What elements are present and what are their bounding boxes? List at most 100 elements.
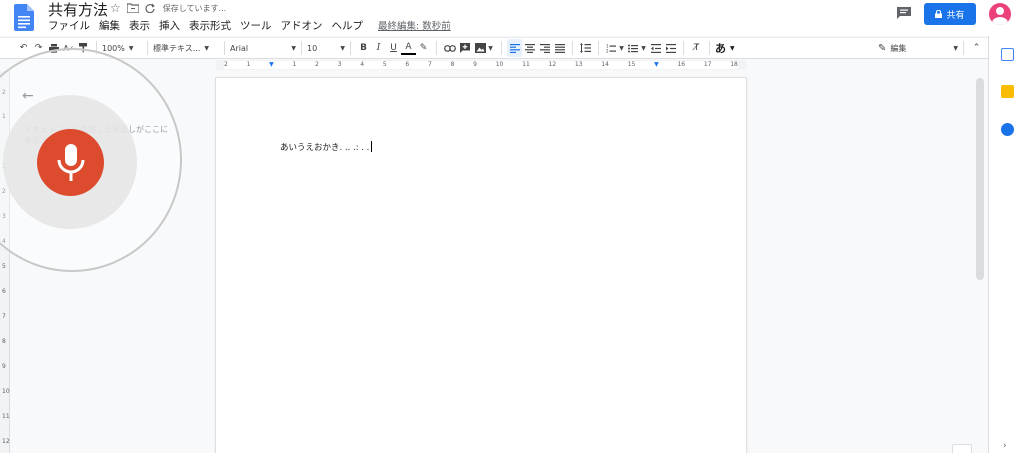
- insert-link-icon[interactable]: [442, 39, 457, 57]
- docs-logo-icon[interactable]: [14, 4, 34, 31]
- ruler-label: 15: [627, 61, 636, 68]
- chevron-down-icon: ▼: [291, 44, 296, 52]
- explore-button[interactable]: [952, 444, 972, 453]
- menu-edit[interactable]: 編集: [99, 18, 120, 33]
- ruler-label: 13: [574, 61, 583, 68]
- vertical-ruler-label: 7: [2, 313, 6, 320]
- input-mode-value: あ: [715, 42, 726, 55]
- toolbar-divider: [350, 41, 351, 55]
- document-title[interactable]: 共有方法: [48, 0, 108, 20]
- vertical-ruler-label: 10: [2, 388, 10, 395]
- font-select[interactable]: Arial ▼: [230, 44, 296, 53]
- vertical-ruler-label: 9: [2, 363, 6, 370]
- ruler-label: 4: [360, 61, 365, 68]
- ruler-label: 5: [382, 61, 387, 68]
- add-comment-icon[interactable]: [457, 39, 472, 57]
- right-margin-marker-icon[interactable]: ▼: [654, 60, 659, 70]
- align-center-icon[interactable]: [522, 39, 537, 57]
- ruler-label: 7: [428, 61, 432, 68]
- decrease-indent-icon[interactable]: [648, 39, 663, 57]
- font-size-select[interactable]: 10 ▼: [307, 44, 345, 53]
- ruler-label: 16: [677, 61, 686, 68]
- toolbar-divider: [436, 41, 437, 55]
- ruler-label: 1: [246, 61, 251, 68]
- chevron-down-icon: ▼: [730, 44, 735, 52]
- menu-tools[interactable]: ツール: [240, 18, 272, 33]
- chevron-down-icon: ▼: [488, 44, 493, 52]
- pencil-icon: ✎: [878, 42, 887, 54]
- text-cursor: [371, 141, 373, 152]
- increase-indent-icon[interactable]: [663, 39, 678, 57]
- comment-history-icon[interactable]: [896, 6, 912, 20]
- align-right-icon[interactable]: [537, 39, 552, 57]
- calendar-icon[interactable]: [1001, 48, 1014, 61]
- justify-icon[interactable]: [552, 39, 567, 57]
- toolbar-divider: [572, 41, 573, 55]
- share-button[interactable]: 共有: [924, 3, 976, 25]
- keep-icon[interactable]: [1001, 85, 1014, 98]
- menu-format[interactable]: 表示形式: [189, 18, 231, 33]
- align-left-icon[interactable]: [507, 39, 522, 57]
- account-avatar[interactable]: [989, 3, 1011, 25]
- numbered-list-icon[interactable]: 1 2 ▼: [604, 39, 626, 57]
- toolbar-divider: [683, 41, 684, 55]
- document-page[interactable]: あいうえおかき. .. .: . .: [216, 78, 746, 453]
- sync-icon: [145, 3, 155, 13]
- undo-icon[interactable]: ↶: [16, 39, 31, 57]
- menu-insert[interactable]: 挿入: [159, 18, 180, 33]
- ruler-label: 9: [473, 61, 477, 68]
- text-color-icon[interactable]: A: [401, 41, 416, 55]
- editing-mode-select[interactable]: ✎ 編集 ▼: [878, 43, 958, 54]
- ruler-label: 17: [703, 61, 712, 68]
- microphone-button[interactable]: [37, 129, 104, 196]
- toolbar-divider: [501, 41, 502, 55]
- expand-side-panel-icon[interactable]: ›: [1003, 441, 1007, 451]
- menu-view[interactable]: 表示: [129, 18, 150, 33]
- zoom-select[interactable]: 100% ▼: [102, 44, 142, 53]
- italic-icon[interactable]: I: [371, 39, 386, 57]
- clear-formatting-icon[interactable]: T̸: [689, 39, 704, 57]
- menu-file[interactable]: ファイル: [48, 18, 90, 33]
- indent-marker-icon[interactable]: ▼: [269, 60, 274, 70]
- document-body[interactable]: あいうえおかき. .. .: . .: [280, 141, 373, 153]
- chevron-down-icon: ▼: [619, 44, 624, 52]
- font-value: Arial: [230, 43, 249, 53]
- last-edit-link[interactable]: 最終編集: 数秒前: [378, 18, 451, 33]
- font-size-value: 10: [307, 43, 318, 53]
- toolbar-divider: [598, 41, 599, 55]
- ruler-label: 11: [522, 61, 530, 68]
- toolbar-divider: [301, 41, 302, 55]
- underline-icon[interactable]: U: [386, 39, 401, 57]
- ruler-label: 2: [224, 61, 228, 68]
- input-tools-select[interactable]: あ ▼: [715, 40, 735, 56]
- toolbar-divider: [709, 41, 710, 55]
- line-spacing-icon[interactable]: [578, 39, 593, 57]
- zoom-value: 100%: [102, 43, 125, 53]
- ruler-label: 2: [315, 61, 319, 68]
- menu-addons[interactable]: アドオン: [281, 18, 323, 33]
- ruler-label: 12: [548, 61, 557, 68]
- tasks-icon[interactable]: [1001, 123, 1014, 136]
- chevron-down-icon: ▼: [340, 44, 345, 52]
- star-icon[interactable]: ☆: [110, 1, 121, 15]
- horizontal-ruler: 2 1 ▼ 1 2 3 4 5 6 7 8 9 10 11 12 13 14 1…: [216, 60, 746, 70]
- ruler-label: 8: [450, 61, 455, 68]
- hide-menus-icon[interactable]: ⌃: [969, 39, 984, 57]
- ruler-label: 1: [292, 61, 297, 68]
- lock-icon: [935, 10, 943, 18]
- vertical-scrollbar[interactable]: [976, 78, 984, 280]
- highlight-icon[interactable]: ✎: [416, 39, 431, 57]
- vertical-ruler-label: 12: [2, 438, 10, 445]
- chevron-down-icon: ▼: [953, 44, 958, 52]
- bulleted-list-icon[interactable]: ▼: [626, 39, 648, 57]
- menu-help[interactable]: ヘルプ: [332, 18, 364, 33]
- header: 共有方法 ☆ 保存しています... ファイル 編集 表示 挿入 表示形式 ツール…: [0, 0, 1024, 36]
- insert-image-icon[interactable]: ▼: [472, 39, 496, 57]
- chevron-down-icon: ▼: [128, 44, 134, 52]
- toolbar: ↶ ↷ A ✓ 100% ▼ 標準テキス... ▼ Arial ▼ 10 ▼ B I U …: [0, 37, 988, 59]
- bold-icon[interactable]: B: [356, 39, 371, 57]
- move-folder-icon[interactable]: [126, 3, 139, 13]
- style-select[interactable]: 標準テキス... ▼: [153, 43, 219, 54]
- svg-text:2: 2: [606, 48, 609, 53]
- title-icons: ☆ 保存しています...: [110, 1, 226, 15]
